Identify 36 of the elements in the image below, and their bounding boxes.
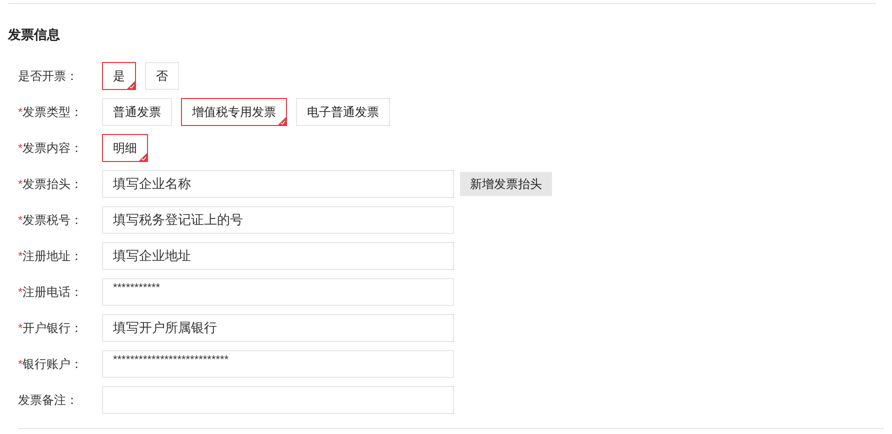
field-label: 银行账户： — [22, 356, 83, 372]
required-mark: * — [18, 321, 23, 335]
corner-check-icon — [127, 81, 135, 89]
corner-check-icon — [278, 117, 286, 125]
option-button[interactable]: 电子普通发票 — [296, 98, 390, 126]
option-button[interactable]: 普通发票 — [102, 98, 172, 126]
field-label: 发票备注： — [18, 392, 78, 408]
input-field[interactable]: 填写税务登记证上的号 — [102, 206, 454, 234]
required-mark: * — [18, 357, 23, 371]
input-field[interactable]: 填写企业地址 — [102, 242, 454, 270]
field-label: 注册电话： — [22, 284, 83, 300]
required-mark: * — [18, 141, 23, 155]
required-mark: * — [18, 213, 23, 227]
input-field[interactable]: 填写企业名称 — [102, 170, 454, 198]
field-label: 注册地址： — [22, 248, 83, 264]
option-button[interactable]: 是 — [102, 62, 136, 90]
add-invoice-title-button[interactable]: 新增发票抬头 — [460, 172, 552, 196]
option-button[interactable]: 增值税专用发票 — [181, 98, 287, 126]
field-label: 发票类型： — [22, 104, 83, 120]
field-label: 发票税号： — [22, 212, 83, 228]
input-field[interactable] — [102, 386, 454, 414]
field-label: 发票内容： — [22, 140, 83, 156]
required-mark: * — [18, 249, 23, 263]
corner-check-icon — [139, 153, 147, 161]
input-field[interactable]: *************************** — [102, 350, 454, 378]
option-button[interactable]: 否 — [145, 62, 179, 90]
required-mark: * — [18, 285, 23, 299]
required-mark: * — [18, 105, 23, 119]
field-label: 发票抬头： — [22, 176, 83, 192]
required-mark: * — [18, 177, 23, 191]
section-title: 发票信息 — [8, 26, 61, 42]
option-button[interactable]: 明细 — [102, 134, 148, 162]
field-label: 开户银行： — [22, 320, 83, 336]
input-field[interactable]: *********** — [102, 278, 454, 306]
field-label: 是否开票： — [18, 68, 78, 84]
input-field[interactable]: 填写开户所属银行 — [102, 314, 454, 342]
